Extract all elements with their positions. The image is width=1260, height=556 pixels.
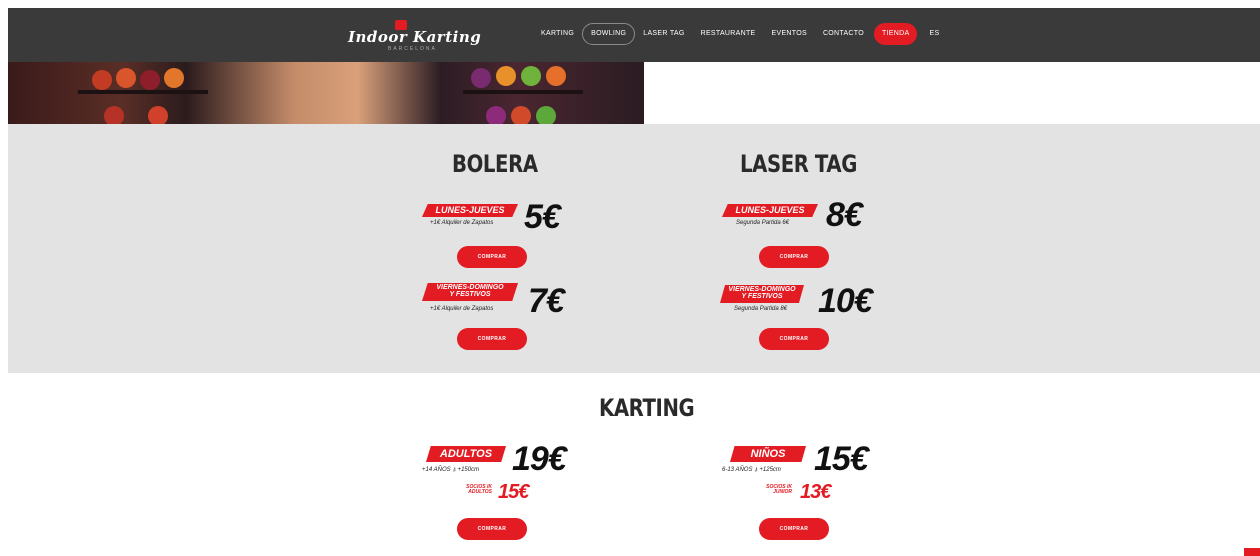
bolera-weekend-buy-button[interactable]: COMPRAR <box>457 328 527 350</box>
karting-adults-socios-label: SOCIOS IK ADULTOS <box>452 485 492 495</box>
bolera-weekday-buy-button[interactable]: COMPRAR <box>457 246 527 268</box>
scroll-to-top-button[interactable] <box>1244 548 1260 556</box>
logo-subtitle: BARCELONA <box>388 46 437 52</box>
bowling-ball <box>140 70 160 90</box>
bolera-weekday-note: +1€ Alquiler de Zapatos <box>430 220 494 226</box>
language-selector[interactable]: ES <box>921 23 947 45</box>
laser-weekday-price: 8€ <box>826 196 863 234</box>
bowling-ball <box>164 68 184 88</box>
karting-adults-buy-button[interactable]: COMPRAR <box>457 518 527 540</box>
nav-restaurante[interactable]: RESTAURANTE <box>693 23 764 45</box>
bolera-weekday-tag: LUNES-JUEVES <box>422 204 518 217</box>
laser-weekend-note: Segunda Partida 8€ <box>734 306 788 312</box>
bowling-ball <box>546 66 566 86</box>
bolera-weekend-tag: VIERNES-DOMINGO Y FESTIVOS <box>422 283 518 301</box>
karting-kids-socios-label: SOCIOS IK JUNIOR <box>752 485 792 495</box>
bolera-weekend-tag-line1: VIERNES-DOMINGO <box>436 284 504 291</box>
nav-laser-tag[interactable]: LASER TAG <box>635 23 692 45</box>
nav-karting[interactable]: KARTING <box>533 23 582 45</box>
bowling-ball <box>496 66 516 86</box>
bowling-ball <box>521 66 541 86</box>
karting-kids-note: 6-13 AÑOS ⍋ +125cm <box>722 467 781 473</box>
nav-eventos[interactable]: EVENTOS <box>764 23 815 45</box>
laser-weekend-tag: VIERNES-DOMINGO Y FESTIVOS <box>720 285 804 303</box>
karting-adults-socios-line2: ADULTOS <box>468 489 492 495</box>
laser-weekend-tag-line2: Y FESTIVOS <box>741 293 783 300</box>
bolera-weekend-price: 7€ <box>528 282 565 320</box>
nav-contacto[interactable]: CONTACTO <box>815 23 872 45</box>
bolera-weekend-note: +1€ Alquiler de Zapatos <box>430 306 494 312</box>
bowling-ball <box>148 106 168 124</box>
karting-title: KARTING <box>599 394 695 422</box>
karting-kids-buy-button[interactable]: COMPRAR <box>759 518 829 540</box>
karting-adults-socios-price: 15€ <box>498 481 529 503</box>
laser-weekday-note: Segunda Partida 6€ <box>736 220 790 226</box>
laser-weekend-tag-line1: VIERNES-DOMINGO <box>728 286 796 293</box>
bowling-ball <box>511 106 531 124</box>
bowling-ball <box>116 68 136 88</box>
site-logo[interactable]: Indoor Karting BARCELONA <box>348 20 482 52</box>
karting-kids-socios-price: 13€ <box>800 481 831 503</box>
page: Indoor Karting BARCELONA KARTING BOWLING… <box>0 0 1260 556</box>
bolera-title: BOLERA <box>452 150 538 178</box>
bolera-weekday-price: 5€ <box>524 198 561 236</box>
karting-adults-tag: ADULTOS <box>426 446 506 462</box>
laser-title: LASER TAG <box>740 150 857 178</box>
pricing-band <box>8 124 1260 373</box>
laser-weekday-tag: LUNES-JUEVES <box>722 204 818 217</box>
nav-tienda-button[interactable]: TIENDA <box>873 23 918 45</box>
karting-kids-tag: NIÑOS <box>730 446 806 462</box>
karting-kids-price: 15€ <box>814 440 869 478</box>
site-header: Indoor Karting BARCELONA KARTING BOWLING… <box>8 8 1260 62</box>
ball-rack-right <box>463 90 583 94</box>
main-nav: KARTING BOWLING LASER TAG RESTAURANTE EV… <box>533 23 947 45</box>
hero-image-bowling <box>8 62 644 124</box>
karting-kids-socios-line2: JUNIOR <box>773 489 792 495</box>
laser-weekend-buy-button[interactable]: COMPRAR <box>759 328 829 350</box>
bowling-ball <box>486 106 506 124</box>
karting-adults-note: +14 AÑOS ⍋ +150cm <box>422 467 480 473</box>
karting-adults-price: 19€ <box>512 440 567 478</box>
bolera-weekend-tag-line2: Y FESTIVOS <box>449 291 491 298</box>
bowling-ball <box>92 70 112 90</box>
bowling-ball <box>471 68 491 88</box>
bowling-ball <box>536 106 556 124</box>
bowling-ball <box>104 106 124 124</box>
logo-text: Indoor Karting <box>348 28 482 46</box>
laser-weekday-buy-button[interactable]: COMPRAR <box>759 246 829 268</box>
ball-rack-left <box>78 90 208 94</box>
laser-weekend-price: 10€ <box>818 282 873 320</box>
nav-bowling[interactable]: BOWLING <box>582 23 636 45</box>
